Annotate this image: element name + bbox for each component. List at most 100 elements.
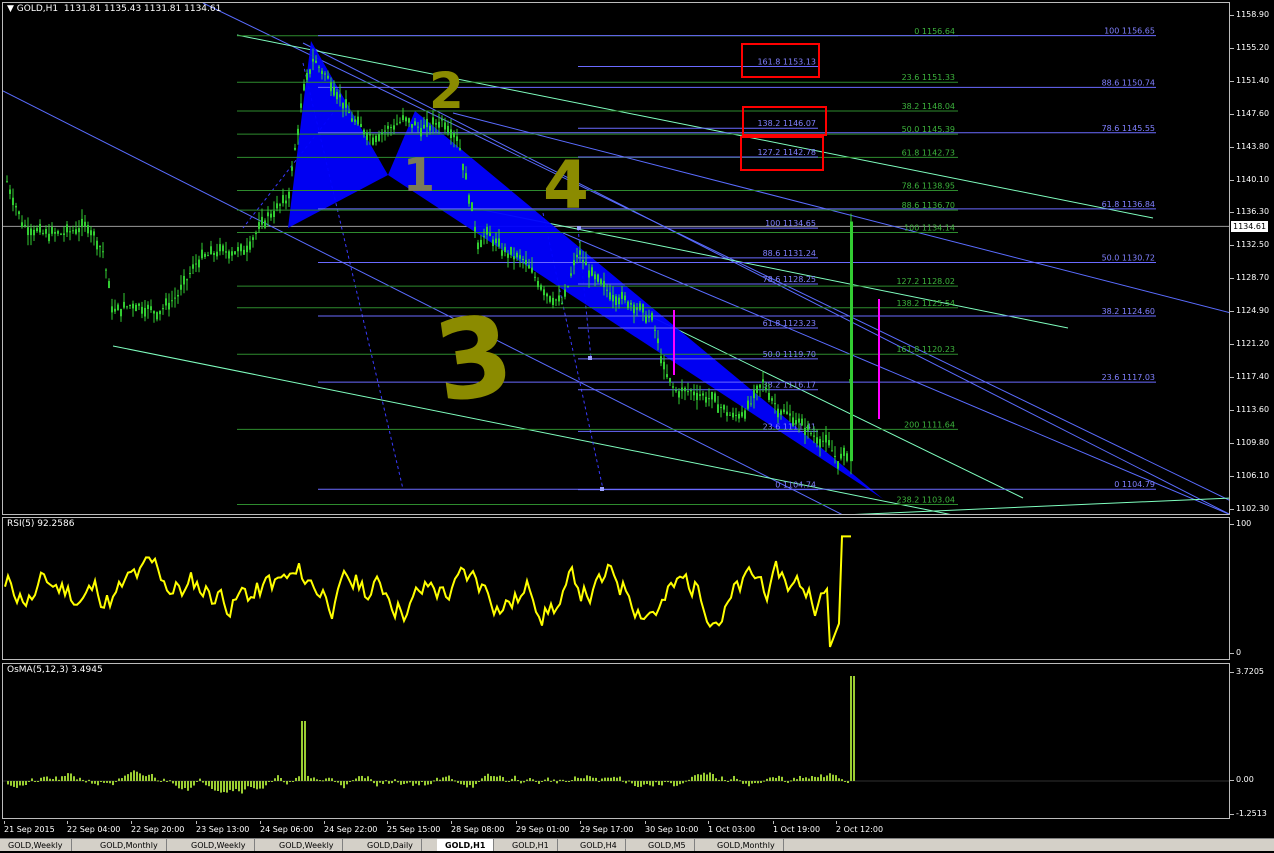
chart-tab[interactable]: GOLD,H4 [572, 839, 626, 851]
candle-body [390, 127, 392, 129]
osma-bar [7, 781, 9, 785]
candle-body [471, 202, 473, 212]
candle-body [843, 447, 845, 456]
osma-zero-label: 0.00 [1230, 775, 1254, 784]
candle-body [315, 60, 317, 63]
fib-label: 100 1156.65 [1104, 27, 1155, 36]
candle-body [393, 125, 395, 130]
candle-body [63, 233, 65, 235]
candle-body [351, 118, 353, 122]
candle-body [333, 86, 335, 96]
candle-body [171, 300, 173, 302]
osma-bar [385, 780, 387, 782]
candle-body [162, 308, 164, 310]
chart-tab[interactable]: GOLD,Weekly [271, 839, 343, 851]
chart-tab[interactable]: GOLD,Monthly [92, 839, 167, 851]
candle-body [822, 440, 824, 442]
chart-tab[interactable]: GOLD,M5 [640, 839, 695, 851]
price-chart-canvas[interactable]: 0 1156.64 23.6 1151.33 38.2 1148.04 50.0 11… [3, 3, 1230, 515]
chart-tab[interactable]: GOLD,H1 [504, 839, 558, 851]
osma-bar [718, 779, 720, 781]
osma-bar [271, 781, 273, 782]
osma-bar [706, 774, 708, 781]
candle-body [216, 251, 218, 257]
candle-body [297, 128, 299, 136]
osma-bar [358, 776, 360, 781]
chart-tab[interactable]: GOLD,Daily [359, 839, 422, 851]
candle-body [669, 377, 671, 383]
osma-bar [343, 781, 345, 789]
osma-bar [745, 781, 747, 784]
price-chart-pane[interactable]: ▼ GOLD,H1 1131.81 1135.43 1131.81 1134.6… [2, 2, 1230, 515]
osma-bar [736, 778, 738, 781]
candle-body [69, 231, 71, 233]
chart-tab[interactable]: GOLD,Weekly [0, 839, 72, 851]
osma-bar [487, 773, 489, 781]
pattern-point [600, 487, 604, 491]
candle-body [324, 73, 326, 75]
osma-bar [34, 781, 36, 782]
candle-body [285, 200, 287, 204]
fib-label: 100 1134.65 [765, 219, 816, 228]
osma-bar [754, 781, 756, 784]
osma-bar [790, 780, 792, 782]
osma-bar [574, 776, 576, 781]
osma-bar [181, 781, 183, 790]
candle-body [597, 274, 599, 282]
osma-bar [526, 779, 528, 781]
candle-body [804, 427, 806, 435]
rsi-pane[interactable]: RSI(5) 92.2586 [2, 517, 1230, 660]
candle-body [483, 236, 485, 238]
candle-body [651, 312, 653, 321]
candle-body [792, 417, 794, 426]
osma-bar [364, 778, 366, 781]
candle-body [372, 137, 374, 145]
osma-bar [256, 781, 258, 790]
candle-body [309, 69, 311, 74]
candle-body [762, 379, 764, 383]
osma-bar [133, 770, 135, 781]
osma-bar [784, 780, 786, 782]
candle-body [615, 296, 617, 305]
candle-body [582, 260, 584, 262]
time-label: 29 Sep 01:00 [516, 821, 570, 834]
osma-bar [73, 776, 75, 781]
osma-bar [460, 781, 462, 785]
osma-bar [178, 781, 180, 789]
price-tick: 1143.80 [1229, 141, 1270, 151]
candle-body [570, 273, 572, 276]
candle-body [342, 102, 344, 109]
osma-bar [799, 775, 801, 781]
osma-bar [517, 779, 519, 781]
chart-tab[interactable]: GOLD,H1 [437, 839, 495, 851]
candle-body [321, 70, 323, 75]
candle-body [720, 406, 722, 408]
candle-body [546, 293, 548, 297]
chart-tab[interactable]: GOLD,Monthly [709, 839, 784, 851]
candle-body [696, 392, 698, 400]
osma-pane[interactable]: OsMA(5,12,3) 3.4945 [2, 663, 1230, 819]
candle-body [243, 249, 245, 255]
candle-body [699, 394, 701, 396]
candle-body [129, 305, 131, 307]
candle-body [345, 99, 347, 108]
candle-body [489, 233, 491, 237]
price-tick: 1102.30 [1229, 503, 1270, 513]
osma-bar [607, 777, 609, 781]
osma-bar [94, 781, 96, 784]
osma-bar [622, 780, 624, 782]
osma-bar [523, 781, 525, 783]
osma-bar [292, 781, 294, 782]
osma-bar [400, 781, 402, 785]
chart-tab[interactable]: GOLD,Weekly [183, 839, 255, 851]
osma-bar [421, 781, 423, 782]
osma-bar [577, 777, 579, 781]
menu-triangle-icon[interactable]: ▼ [7, 4, 14, 14]
osma-bar [304, 721, 306, 781]
time-label: 23 Sep 13:00 [196, 821, 250, 834]
candle-body [756, 385, 758, 393]
osma-bar [490, 776, 492, 781]
osma-bar [769, 777, 771, 781]
candle-body [750, 403, 752, 405]
candle-body [363, 129, 365, 135]
